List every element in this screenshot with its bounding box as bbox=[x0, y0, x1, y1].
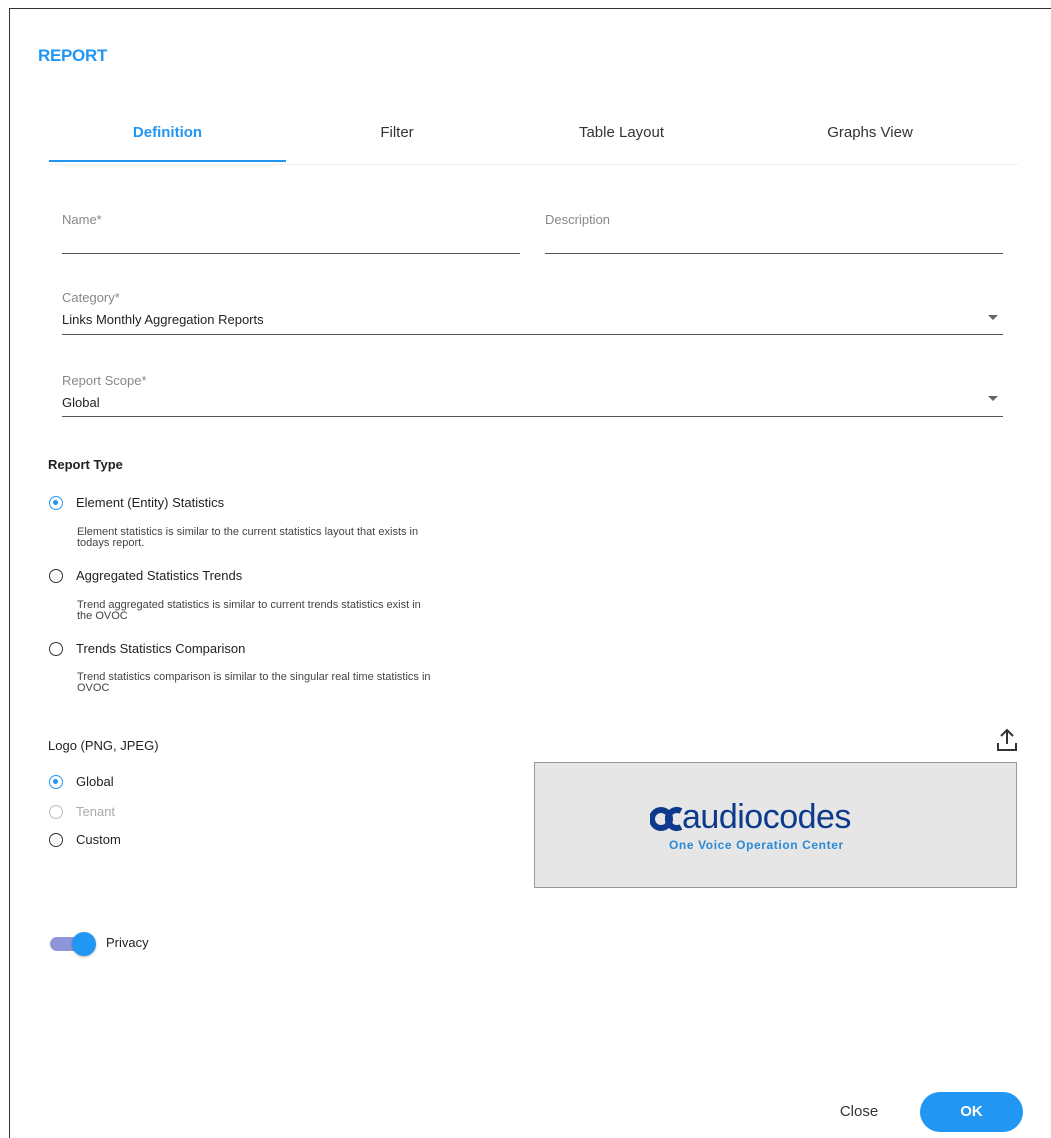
radio-label: Aggregated Statistics Trends bbox=[76, 568, 243, 583]
radio-checked-icon[interactable] bbox=[49, 774, 63, 789]
category-select[interactable]: Links Monthly Aggregation Reports bbox=[62, 312, 264, 327]
radio-label: Tenant bbox=[76, 804, 116, 819]
radio-element-statistics[interactable]: Element (Entity) Statistics bbox=[49, 495, 224, 510]
report-scope-label: Report Scope* bbox=[62, 373, 147, 388]
privacy-label: Privacy bbox=[106, 935, 149, 950]
description-input[interactable] bbox=[545, 232, 1003, 252]
report-scope-select[interactable]: Global bbox=[62, 395, 100, 410]
radio-unchecked-icon[interactable] bbox=[49, 568, 63, 583]
audiocodes-logo-icon bbox=[650, 807, 683, 831]
ok-button[interactable]: OK bbox=[920, 1092, 1023, 1132]
name-input[interactable] bbox=[62, 232, 520, 252]
radio-trends-comparison[interactable]: Trends Statistics Comparison bbox=[49, 641, 245, 656]
tab-definition[interactable]: Definition bbox=[49, 118, 286, 162]
radio-description: Trend aggregated statistics is similar t… bbox=[77, 599, 421, 622]
description-label: Description bbox=[545, 212, 611, 227]
radio-unchecked-icon[interactable] bbox=[49, 832, 63, 847]
logo-title: Logo (PNG, JPEG) bbox=[48, 738, 159, 753]
chevron-down-icon[interactable] bbox=[988, 396, 998, 401]
radio-logo-global[interactable]: Global bbox=[49, 774, 114, 789]
dialog-title: REPORT bbox=[38, 46, 108, 65]
tab-table-layout[interactable]: Table Layout bbox=[508, 118, 735, 162]
logo-brand-text: audiocodes bbox=[682, 798, 851, 836]
radio-label: Custom bbox=[76, 832, 121, 847]
name-underline bbox=[62, 253, 520, 254]
chevron-down-icon[interactable] bbox=[988, 315, 998, 320]
toggle-knob[interactable] bbox=[72, 932, 96, 956]
description-underline bbox=[545, 253, 1003, 254]
active-tab-indicator bbox=[49, 160, 286, 162]
report-type-title: Report Type bbox=[48, 457, 123, 472]
upload-icon[interactable] bbox=[995, 727, 1019, 753]
radio-description: Trend statistics comparison is similar t… bbox=[77, 671, 431, 694]
tab-bar: Definition Filter Table Layout Graphs Vi… bbox=[49, 118, 1018, 165]
report-scope-underline bbox=[62, 416, 1003, 417]
category-underline bbox=[62, 334, 1003, 335]
radio-aggregated-trends[interactable]: Aggregated Statistics Trends bbox=[49, 568, 242, 583]
category-label: Category* bbox=[62, 290, 120, 305]
radio-disabled-icon[interactable] bbox=[49, 804, 63, 819]
privacy-toggle[interactable] bbox=[48, 932, 96, 956]
tab-graphs-view[interactable]: Graphs View bbox=[749, 118, 991, 162]
logo-tagline: One Voice Operation Center bbox=[669, 838, 844, 852]
tab-filter[interactable]: Filter bbox=[286, 118, 508, 162]
radio-unchecked-icon[interactable] bbox=[49, 641, 63, 656]
radio-logo-custom[interactable]: Custom bbox=[49, 832, 121, 847]
radio-description: Element statistics is similar to the cur… bbox=[77, 526, 419, 549]
close-button[interactable]: Close bbox=[823, 1092, 895, 1132]
radio-label: Element (Entity) Statistics bbox=[76, 495, 225, 510]
name-label: Name* bbox=[62, 212, 102, 227]
radio-label: Global bbox=[76, 774, 114, 789]
radio-label: Trends Statistics Comparison bbox=[76, 641, 246, 656]
radio-checked-icon[interactable] bbox=[49, 495, 63, 510]
radio-logo-tenant[interactable]: Tenant bbox=[49, 804, 115, 819]
